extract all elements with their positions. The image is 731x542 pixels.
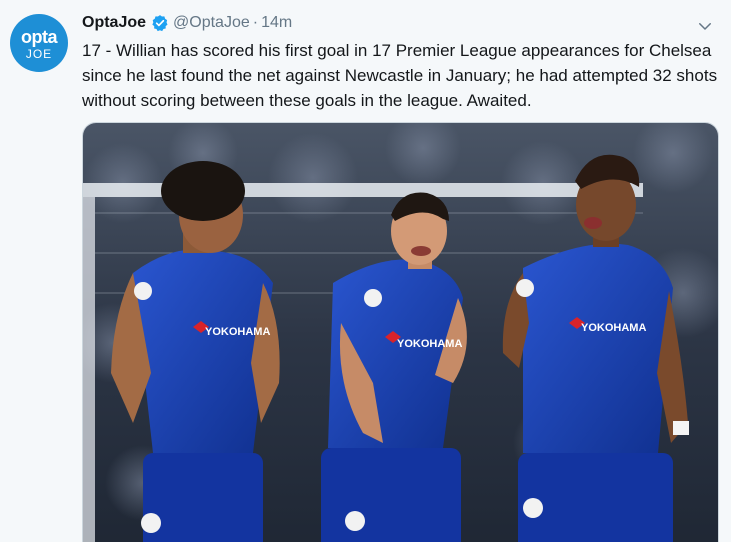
separator-dot: · [252, 14, 259, 31]
sponsor-text-right: YOKOHAMA [581, 322, 646, 334]
sponsor-text-middle: YOKOHAMA [397, 338, 462, 350]
tweet-card[interactable]: opta JOE OptaJoe @OptaJoe · 14m 17 - Wil… [0, 0, 731, 542]
user-handle[interactable]: @OptaJoe [173, 14, 250, 32]
verified-badge-icon [151, 14, 169, 32]
sponsor-text-left: YOKOHAMA [205, 326, 270, 338]
tweet-header: OptaJoe @OptaJoe · 14m [82, 12, 292, 34]
timestamp[interactable]: 14m [261, 14, 292, 32]
photo-scene: YOKOHAMA YOKOHAMA YOKOHAMA [83, 123, 718, 542]
display-name[interactable]: OptaJoe [82, 14, 146, 32]
avatar[interactable]: opta JOE [10, 14, 68, 72]
chevron-down-icon[interactable] [693, 14, 717, 38]
avatar-logo-subtext: JOE [25, 47, 53, 61]
tweet-text: 17 - Willian has scored his first goal i… [82, 41, 718, 110]
avatar-logo-text: opta [21, 27, 58, 47]
tweet-photo[interactable]: YOKOHAMA YOKOHAMA YOKOHAMA [82, 122, 719, 542]
